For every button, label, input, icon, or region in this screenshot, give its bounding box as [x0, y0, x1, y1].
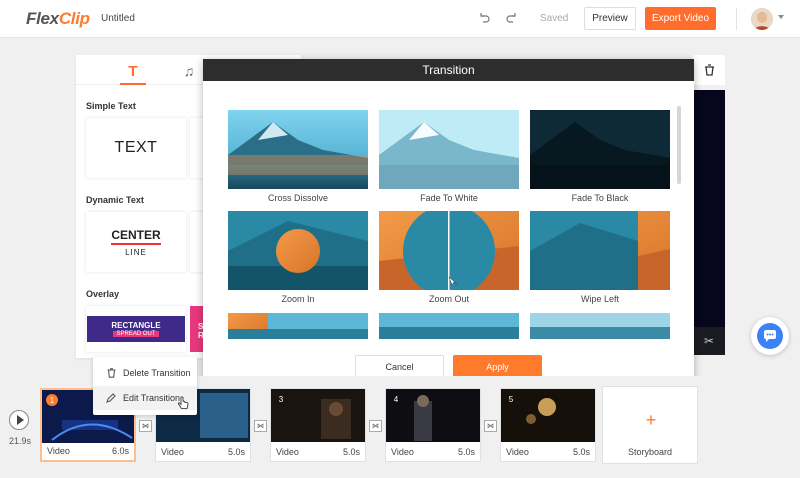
- chevron-down-icon[interactable]: [778, 15, 784, 19]
- clip-type: Video: [276, 447, 299, 457]
- video-canvas[interactable]: [693, 90, 725, 327]
- hand-cursor-icon: [177, 396, 189, 410]
- timeline-clip-5[interactable]: 5 Video 5.0s: [500, 388, 596, 462]
- clip-duration: 5.0s: [227, 447, 245, 457]
- flexclip-logo[interactable]: FlexClip: [26, 9, 90, 29]
- overlay-card-rectangle[interactable]: RECTANGLE SPREAD OUT: [86, 306, 186, 352]
- text-card-center-line[interactable]: CENTER LINE: [86, 212, 186, 272]
- top-bar: FlexClip Untitled Saved Preview Export V…: [0, 0, 800, 38]
- preview-button[interactable]: Preview: [584, 7, 636, 30]
- transition-thumbnail[interactable]: [379, 313, 519, 339]
- transition-label: Wipe Left: [580, 294, 620, 304]
- clip-duration: 6.0s: [111, 446, 129, 456]
- trash-icon: [105, 367, 117, 379]
- rectangle-preview: RECTANGLE SPREAD OUT: [87, 316, 185, 342]
- clip-type: Video: [161, 447, 184, 457]
- card-label: RECTANGLE: [111, 321, 161, 330]
- card-label: CENTER: [111, 228, 161, 245]
- apply-button[interactable]: Apply: [453, 355, 542, 378]
- delete-transition-item[interactable]: Delete Transition: [93, 361, 197, 385]
- chat-button[interactable]: [751, 317, 789, 355]
- transition-icon[interactable]: ⋈: [139, 420, 152, 432]
- clip-number: 1: [46, 394, 58, 406]
- transition-thumbnail[interactable]: [228, 313, 368, 339]
- timeline-clip-4[interactable]: 4 Video 5.0s: [385, 388, 481, 462]
- transition-icon[interactable]: ⋈: [484, 420, 497, 432]
- transition-icon[interactable]: ⋈: [254, 420, 267, 432]
- user-avatar[interactable]: [751, 8, 773, 30]
- play-button[interactable]: [9, 410, 29, 430]
- timeline-clip-3[interactable]: 3 Video 5.0s: [270, 388, 366, 462]
- transition-label: Fade To White: [420, 193, 478, 203]
- transition-thumbnail[interactable]: [530, 313, 670, 339]
- divider: [736, 8, 737, 30]
- project-title[interactable]: Untitled: [101, 13, 135, 24]
- storyboard-button[interactable]: + Storyboard: [602, 386, 698, 464]
- transition-zoom-in[interactable]: [228, 211, 368, 290]
- transition-fade-to-black[interactable]: [530, 110, 670, 189]
- storyboard-label: Storyboard: [627, 447, 673, 457]
- cancel-button[interactable]: Cancel: [355, 355, 444, 378]
- clip-duration: 5.0s: [572, 447, 590, 457]
- section-simple-text: Simple Text: [86, 101, 136, 111]
- export-video-button[interactable]: Export Video: [645, 7, 716, 30]
- card-label: SPREAD OUT: [113, 331, 159, 337]
- clip-duration: 5.0s: [342, 447, 360, 457]
- transition-icon[interactable]: ⋈: [369, 420, 382, 432]
- music-tab-icon[interactable]: ♫: [178, 60, 200, 82]
- menu-label: Edit Transition: [123, 393, 181, 403]
- card-label: TEXT: [114, 139, 158, 156]
- modal-title: Transition: [203, 59, 694, 81]
- section-dynamic-text: Dynamic Text: [86, 195, 144, 205]
- clip-type: Video: [391, 447, 414, 457]
- trash-icon[interactable]: [693, 55, 725, 85]
- undo-icon[interactable]: [477, 11, 491, 25]
- clip-type: Video: [506, 447, 529, 457]
- card-label: LINE: [125, 247, 147, 257]
- transition-cross-dissolve[interactable]: [228, 110, 368, 189]
- plus-icon: +: [645, 410, 657, 430]
- scissors-icon[interactable]: ✂: [693, 327, 725, 355]
- clip-number: 3: [278, 394, 284, 404]
- redo-icon[interactable]: [505, 11, 519, 25]
- text-card-simple[interactable]: TEXT: [86, 118, 186, 178]
- clip-duration: 5.0s: [457, 447, 475, 457]
- chat-bubble-icon: [757, 323, 783, 349]
- transition-wipe-left[interactable]: [530, 211, 670, 290]
- modal-scrollbar[interactable]: [677, 106, 681, 184]
- transition-fade-to-white[interactable]: [379, 110, 519, 189]
- transition-label: Zoom In: [281, 294, 315, 304]
- transition-label: Zoom Out: [428, 294, 469, 304]
- clip-number: 5: [508, 394, 514, 404]
- transition-zoom-out[interactable]: [379, 211, 519, 290]
- pencil-icon: [105, 392, 117, 404]
- play-icon: [16, 415, 24, 425]
- section-overlay: Overlay: [86, 289, 120, 299]
- clip-type: Video: [47, 446, 70, 456]
- saved-status: Saved: [540, 13, 569, 24]
- text-tab-icon[interactable]: T: [120, 59, 146, 85]
- transition-label: Cross Dissolve: [267, 193, 328, 203]
- transition-label: Fade To Black: [571, 193, 629, 203]
- clip-number: 4: [393, 394, 399, 404]
- menu-label: Delete Transition: [123, 368, 191, 378]
- total-duration: 21.9s: [9, 436, 32, 446]
